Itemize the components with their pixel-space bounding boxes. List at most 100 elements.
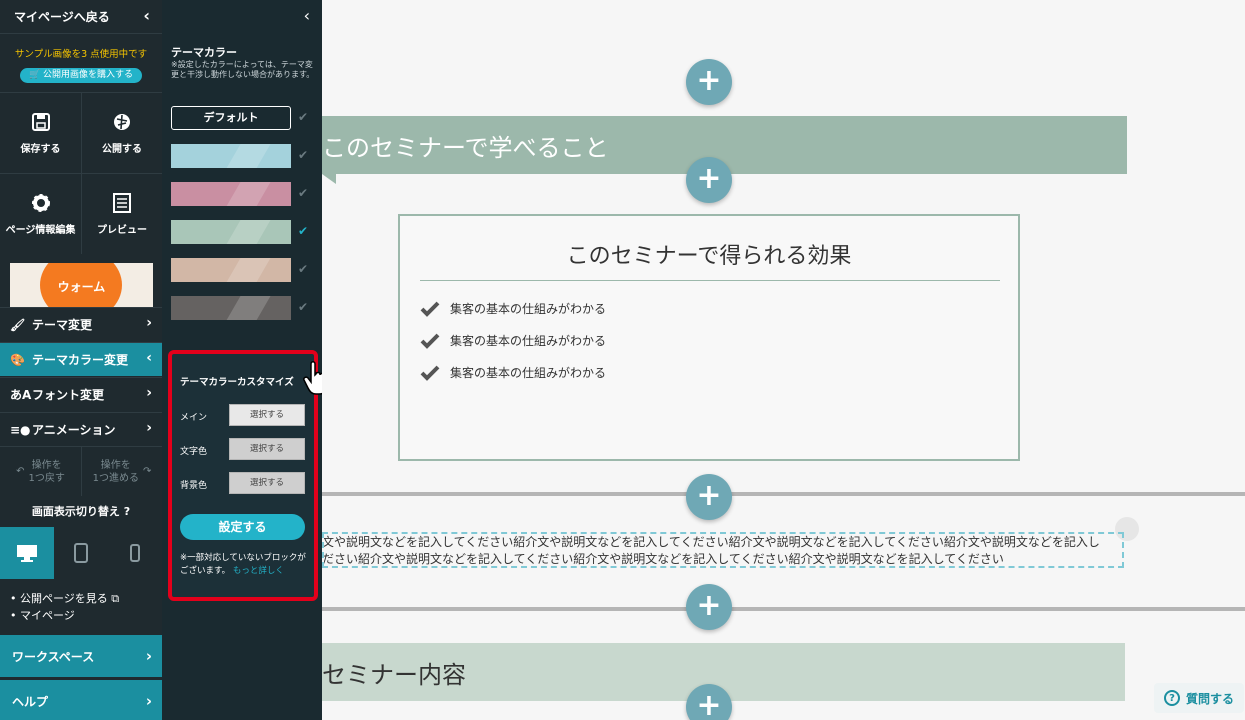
external-link-icon: ⧉: [111, 592, 120, 605]
theme-color-title: テーマカラー: [171, 46, 237, 59]
mobile-view-button[interactable]: [108, 527, 162, 579]
more-details-link[interactable]: もっと詳しく: [233, 566, 284, 576]
plus-icon: +: [696, 477, 722, 513]
menu-theme-change[interactable]: 🖌 テーマ変更 ›: [0, 307, 162, 341]
publish-button[interactable]: 公開する: [81, 93, 162, 173]
chevron-right-icon: ›: [145, 647, 152, 665]
animation-icon: ≡●: [10, 422, 31, 437]
swatch-highlight: [223, 258, 273, 282]
add-block-button[interactable]: +: [686, 474, 732, 520]
font-icon: あA: [10, 388, 32, 402]
customize-note: ※一部対応していないブロックがございます。 もっと詳しく: [180, 553, 306, 576]
check-icon: ✔: [298, 186, 309, 200]
heading-tail: [322, 174, 336, 184]
color-swatch[interactable]: [171, 296, 291, 320]
mypage-link[interactable]: • マイページ: [10, 607, 119, 624]
plus-icon: +: [696, 587, 722, 623]
section-separator: [322, 492, 1245, 496]
color-customize-panel: テーマカラーカスタマイズ メイン 選択する 文字色 選択する 背景色 選択する …: [168, 350, 318, 601]
undo-button[interactable]: ↶ 操作を 1つ戻す: [0, 447, 81, 496]
chevron-right-icon: ›: [145, 692, 152, 710]
help-circle-icon[interactable]: ?: [124, 505, 130, 518]
buy-images-button[interactable]: 🛒 公開用画像を購入する: [20, 68, 142, 83]
view-public-page-link[interactable]: • 公開ページを見る ⧉: [10, 590, 119, 607]
chevron-left-icon: ‹: [143, 6, 150, 25]
theme-color-note: ※設定したカラーによっては、テーマ変更と干渉し動作しない場合があります。: [171, 60, 315, 79]
device-switcher: [0, 527, 162, 579]
left-sidebar: マイページへ戻る ‹ サンプル画像を3 点使用中です 🛒 公開用画像を購入する …: [0, 0, 162, 720]
default-color-button[interactable]: デフォルト: [171, 106, 291, 130]
add-block-button[interactable]: +: [686, 157, 732, 203]
action-grid-1: 保存する 公開する: [0, 92, 162, 173]
main-color-select-button[interactable]: 選択する: [229, 404, 305, 426]
color-swatch[interactable]: [171, 144, 291, 168]
palette-icon: 🎨: [10, 352, 25, 367]
workspace-nav[interactable]: ワークスペース ›: [0, 635, 162, 677]
collapse-panel-icon[interactable]: ‹: [304, 6, 310, 25]
swatch-highlight: [223, 182, 273, 206]
plus-icon: +: [696, 160, 722, 196]
list-item: 集客の基本の仕組みがわかる: [420, 300, 606, 317]
list-item: 集客の基本の仕組みがわかる: [420, 364, 606, 381]
undo-redo: ↶ 操作を 1つ戻す 操作を 1つ進める ↷: [0, 446, 162, 496]
swatch-highlight: [223, 220, 273, 244]
sample-notice: サンプル画像を3 点使用中です: [14, 49, 148, 60]
effects-box-title: このセミナーで得られる効果: [566, 244, 852, 269]
color-swatch[interactable]: [171, 258, 291, 282]
check-icon: ✔: [298, 300, 309, 314]
back-label: マイページへ戻る: [14, 10, 110, 24]
box-divider: [420, 280, 1000, 281]
add-block-button[interactable]: +: [686, 59, 732, 105]
preview-button[interactable]: プレビュー: [81, 174, 162, 254]
bg-color-label: 背景色: [180, 481, 208, 491]
main-color-label: メイン: [180, 413, 208, 423]
desktop-icon: [17, 545, 37, 562]
color-swatch[interactable]: [171, 182, 291, 206]
question-icon: ?: [1163, 690, 1180, 706]
page-canvas: + このセミナーで学べること + このセミナーで得られる効果 集客の基本の仕組み…: [322, 0, 1245, 720]
tablet-view-button[interactable]: [54, 527, 108, 579]
text-color-select-button[interactable]: 選択する: [229, 438, 305, 460]
checkmark-icon: [420, 301, 440, 317]
theme-thumbnail[interactable]: ウォーム: [10, 263, 153, 307]
action-grid-2: ページ情報編集 プレビュー: [0, 173, 162, 254]
list-item: 集客の基本の仕組みがわかる: [420, 332, 606, 349]
chevron-left-icon: ‹: [146, 350, 152, 366]
intro-text-block[interactable]: 文や説明文などを記入してください紹介文や説明文などを記入してください紹介文や説明…: [322, 532, 1124, 568]
page-info-button[interactable]: ページ情報編集: [0, 174, 81, 254]
menu-theme-color-change[interactable]: 🎨 テーマカラー変更 ‹: [0, 342, 162, 376]
bg-color-select-button[interactable]: 選択する: [229, 472, 305, 494]
check-icon: ✔: [298, 224, 309, 238]
customize-title: テーマカラーカスタマイズ: [180, 377, 294, 388]
section-separator: [322, 607, 1245, 611]
check-icon: ✔: [298, 148, 309, 162]
apply-button[interactable]: 設定する: [180, 514, 305, 540]
check-icon: ✔: [298, 262, 309, 276]
add-block-button[interactable]: +: [686, 584, 732, 630]
cart-icon: 🛒: [28, 70, 41, 80]
color-swatch[interactable]: [171, 220, 291, 244]
display-switch-title: 画面表示切り替え ?: [31, 505, 131, 518]
ask-question-button[interactable]: ? 質問する: [1154, 683, 1244, 713]
check-icon: ✔: [298, 110, 309, 124]
help-nav[interactable]: ヘルプ ›: [0, 680, 162, 720]
effects-box[interactable]: このセミナーで得られる効果 集客の基本の仕組みがわかる 集客の基本の仕組みがわか…: [398, 214, 1020, 461]
redo-button[interactable]: 操作を 1つ進める ↷: [81, 447, 162, 496]
checkmark-icon: [420, 365, 440, 381]
text-color-label: 文字色: [180, 447, 208, 457]
desktop-view-button[interactable]: [0, 527, 54, 579]
preview-icon: [113, 192, 131, 213]
menu-animation[interactable]: ≡● アニメーション ›: [0, 412, 162, 446]
chevron-right-icon: ›: [146, 385, 152, 401]
swatch-highlight: [223, 144, 273, 168]
chevron-right-icon: ›: [146, 315, 152, 331]
chevron-right-icon: ›: [146, 420, 152, 436]
back-to-mypage[interactable]: マイページへ戻る ‹: [0, 0, 162, 34]
theme-thumbnail-label: ウォーム: [57, 280, 106, 294]
save-button[interactable]: 保存する: [0, 93, 81, 173]
mobile-icon: [130, 544, 140, 562]
save-icon: [31, 112, 50, 131]
checkmark-icon: [420, 333, 440, 349]
tablet-icon: [74, 543, 88, 563]
menu-font-change[interactable]: あA フォント変更 ›: [0, 377, 162, 411]
